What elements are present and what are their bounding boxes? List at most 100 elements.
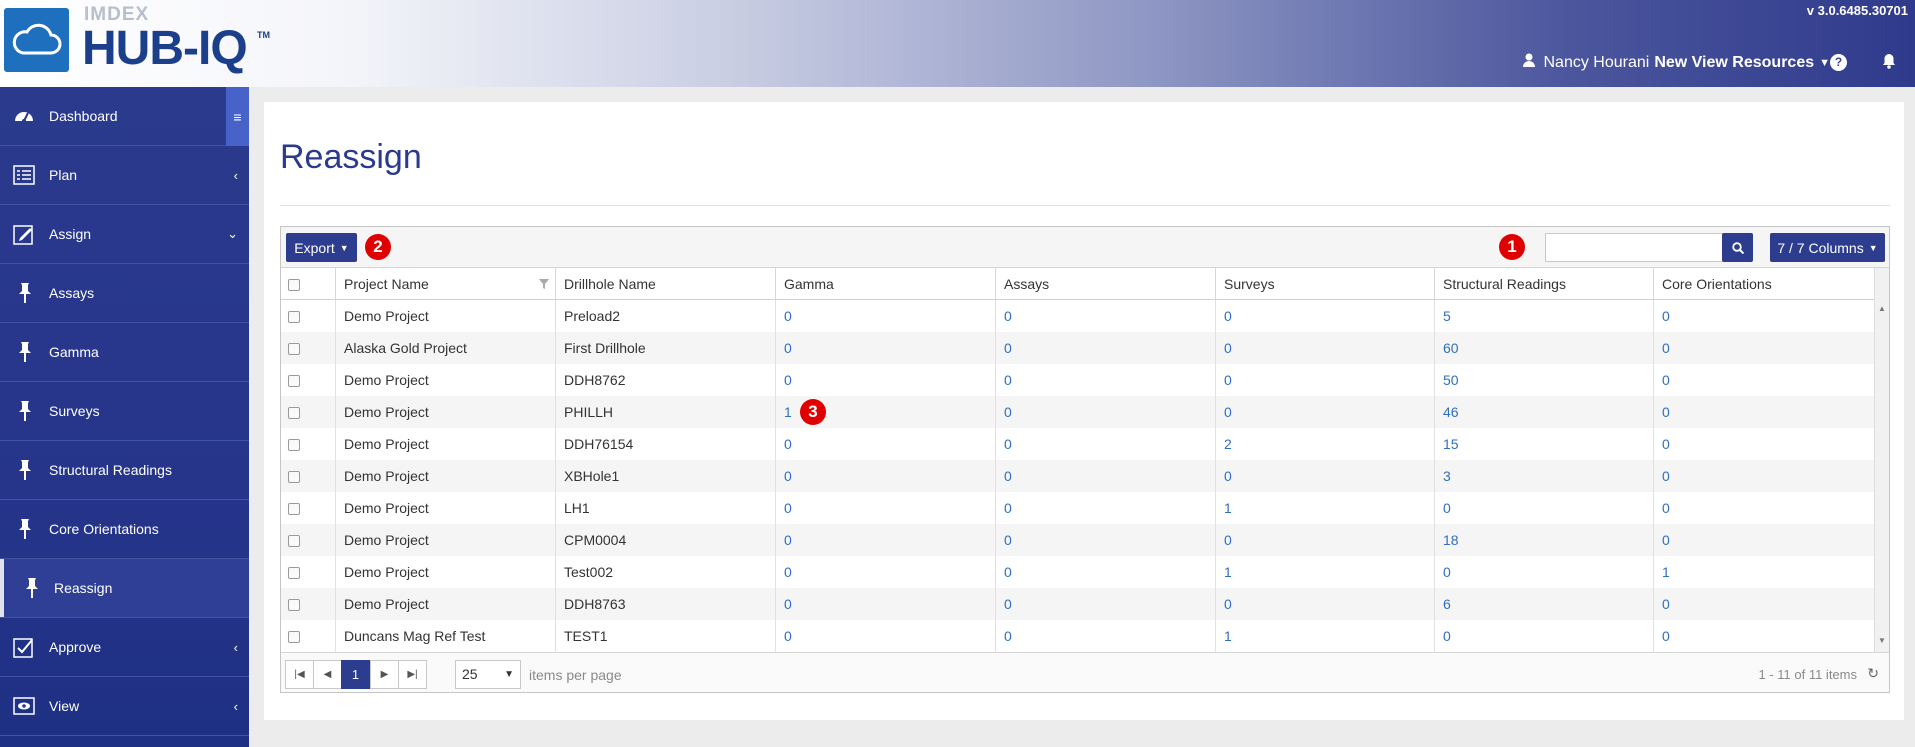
cell-structural-readings[interactable]: 60 bbox=[1435, 332, 1654, 364]
cell-core-orientations[interactable]: 0 bbox=[1654, 492, 1875, 524]
sidebar-item-structural-readings[interactable]: Structural Readings bbox=[0, 441, 249, 500]
cell-core-orientations[interactable]: 0 bbox=[1654, 524, 1875, 556]
cell-structural-readings[interactable]: 6 bbox=[1435, 588, 1654, 620]
cell-surveys[interactable]: 0 bbox=[1216, 300, 1435, 332]
count-link[interactable]: 0 bbox=[784, 340, 792, 356]
page-size-select[interactable]: 25 ▼ bbox=[455, 660, 521, 689]
count-link[interactable]: 0 bbox=[1004, 596, 1012, 612]
sidebar-item-surveys[interactable]: Surveys bbox=[0, 382, 249, 441]
cell-core-orientations[interactable]: 0 bbox=[1654, 428, 1875, 460]
cell-core-orientations[interactable]: 0 bbox=[1654, 620, 1875, 652]
count-link[interactable]: 0 bbox=[784, 596, 792, 612]
table-row[interactable]: Demo Project XBHole1 0 0 0 3 0 bbox=[281, 460, 1875, 492]
table-row[interactable]: Demo Project CPM0004 0 0 0 18 0 bbox=[281, 524, 1875, 556]
sidebar-item-plan[interactable]: Plan ‹ bbox=[0, 146, 249, 205]
count-link[interactable]: 0 bbox=[1662, 436, 1670, 452]
count-link[interactable]: 0 bbox=[784, 628, 792, 644]
cell-assays[interactable]: 0 bbox=[996, 428, 1216, 460]
prev-page-button[interactable]: ◀ bbox=[313, 660, 342, 689]
user-menu[interactable]: Nancy Hourani New View Resources ▼ bbox=[1522, 53, 1830, 72]
cell-surveys[interactable]: 0 bbox=[1216, 588, 1435, 620]
cell-surveys[interactable]: 0 bbox=[1216, 396, 1435, 428]
count-link[interactable]: 46 bbox=[1443, 404, 1459, 420]
next-page-button[interactable]: ▶ bbox=[370, 660, 399, 689]
table-row[interactable]: Demo Project DDH8762 0 0 0 50 0 bbox=[281, 364, 1875, 396]
cell-surveys[interactable]: 0 bbox=[1216, 524, 1435, 556]
count-link[interactable]: 0 bbox=[784, 372, 792, 388]
row-checkbox[interactable] bbox=[288, 471, 300, 483]
count-link[interactable]: 2 bbox=[1224, 436, 1232, 452]
table-scrollbar[interactable]: ▲ ▼ bbox=[1874, 268, 1889, 652]
cell-surveys[interactable]: 1 bbox=[1216, 620, 1435, 652]
last-page-button[interactable]: ▶| bbox=[398, 660, 427, 689]
help-icon[interactable]: ? bbox=[1830, 54, 1847, 71]
count-link[interactable]: 0 bbox=[1004, 308, 1012, 324]
cell-core-orientations[interactable]: 0 bbox=[1654, 300, 1875, 332]
select-all-checkbox[interactable] bbox=[288, 279, 300, 291]
cell-structural-readings[interactable]: 0 bbox=[1435, 556, 1654, 588]
cell-gamma[interactable]: 0 bbox=[776, 524, 996, 556]
count-link[interactable]: 0 bbox=[1004, 468, 1012, 484]
filter-icon[interactable] bbox=[539, 279, 549, 289]
cell-assays[interactable]: 0 bbox=[996, 396, 1216, 428]
count-link[interactable]: 1 bbox=[1662, 564, 1670, 580]
column-header-surveys[interactable]: Surveys bbox=[1216, 268, 1435, 300]
cell-assays[interactable]: 0 bbox=[996, 364, 1216, 396]
cell-gamma[interactable]: 0 bbox=[776, 556, 996, 588]
cell-assays[interactable]: 0 bbox=[996, 588, 1216, 620]
cell-gamma[interactable]: 13 bbox=[776, 396, 996, 428]
count-link[interactable]: 0 bbox=[784, 436, 792, 452]
cell-surveys[interactable]: 2 bbox=[1216, 428, 1435, 460]
cell-gamma[interactable]: 0 bbox=[776, 588, 996, 620]
column-header-gamma[interactable]: Gamma bbox=[776, 268, 996, 300]
count-link[interactable]: 0 bbox=[1224, 372, 1232, 388]
cell-structural-readings[interactable]: 5 bbox=[1435, 300, 1654, 332]
cell-gamma[interactable]: 0 bbox=[776, 492, 996, 524]
count-link[interactable]: 0 bbox=[784, 500, 792, 516]
count-link[interactable]: 0 bbox=[784, 308, 792, 324]
row-checkbox[interactable] bbox=[288, 439, 300, 451]
table-row[interactable]: Demo Project DDH8763 0 0 0 6 0 bbox=[281, 588, 1875, 620]
cell-surveys[interactable]: 0 bbox=[1216, 332, 1435, 364]
count-link[interactable]: 0 bbox=[1004, 372, 1012, 388]
count-link[interactable]: 1 bbox=[784, 404, 792, 420]
count-link[interactable]: 1 bbox=[1224, 564, 1232, 580]
cell-gamma[interactable]: 0 bbox=[776, 428, 996, 460]
cell-core-orientations[interactable]: 0 bbox=[1654, 460, 1875, 492]
count-link[interactable]: 0 bbox=[1224, 468, 1232, 484]
table-row[interactable]: Demo Project PHILLH 1 3 0 0 46 0 bbox=[281, 396, 1875, 428]
columns-button[interactable]: 7 / 7 Columns ▼ bbox=[1770, 233, 1885, 262]
sidebar-item-view[interactable]: View ‹ bbox=[0, 677, 249, 736]
cell-assays[interactable]: 0 bbox=[996, 556, 1216, 588]
sidebar-item-assays[interactable]: Assays bbox=[0, 264, 249, 323]
count-link[interactable]: 0 bbox=[1004, 340, 1012, 356]
table-row[interactable]: Duncans Mag Ref Test TEST1 0 0 1 0 0 bbox=[281, 620, 1875, 652]
table-row[interactable]: Alaska Gold Project First Drillhole 0 0 0 60 0 bbox=[281, 332, 1875, 364]
count-link[interactable]: 18 bbox=[1443, 532, 1459, 548]
count-link[interactable]: 0 bbox=[1662, 404, 1670, 420]
count-link[interactable]: 50 bbox=[1443, 372, 1459, 388]
sidebar-item-reassign[interactable]: Reassign bbox=[0, 559, 249, 618]
cell-structural-readings[interactable]: 0 bbox=[1435, 492, 1654, 524]
count-link[interactable]: 0 bbox=[1662, 372, 1670, 388]
row-checkbox[interactable] bbox=[288, 375, 300, 387]
cell-structural-readings[interactable]: 46 bbox=[1435, 396, 1654, 428]
cell-gamma[interactable]: 0 bbox=[776, 364, 996, 396]
count-link[interactable]: 0 bbox=[784, 564, 792, 580]
count-link[interactable]: 5 bbox=[1443, 308, 1451, 324]
column-header-structural-readings[interactable]: Structural Readings bbox=[1435, 268, 1654, 300]
cell-assays[interactable]: 0 bbox=[996, 492, 1216, 524]
count-link[interactable]: 0 bbox=[1224, 308, 1232, 324]
search-input[interactable] bbox=[1545, 233, 1723, 262]
refresh-icon[interactable]: ↻ bbox=[1867, 665, 1879, 682]
scroll-up-icon[interactable]: ▲ bbox=[1875, 304, 1889, 318]
count-link[interactable]: 6 bbox=[1443, 596, 1451, 612]
count-link[interactable]: 0 bbox=[1224, 404, 1232, 420]
count-link[interactable]: 0 bbox=[1662, 628, 1670, 644]
page-button-current[interactable]: 1 bbox=[341, 660, 370, 689]
sidebar-item-core-orientations[interactable]: Core Orientations bbox=[0, 500, 249, 559]
count-link[interactable]: 0 bbox=[1443, 628, 1451, 644]
cell-structural-readings[interactable]: 18 bbox=[1435, 524, 1654, 556]
cell-core-orientations[interactable]: 0 bbox=[1654, 332, 1875, 364]
count-link[interactable]: 0 bbox=[1662, 532, 1670, 548]
